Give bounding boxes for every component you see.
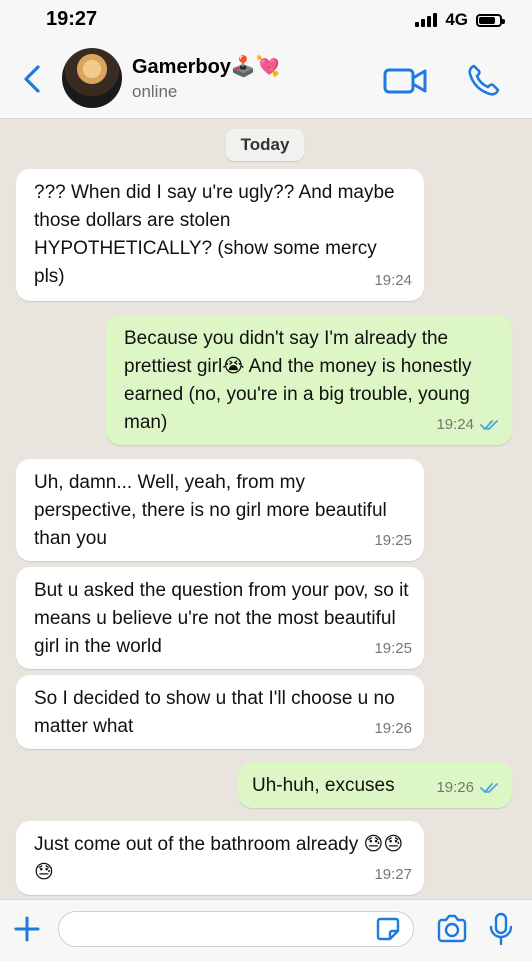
message-bubble[interactable]: ??? When did I say u're ugly?? And maybe… — [16, 169, 424, 301]
message-text: But u asked the question from your pov, … — [34, 580, 409, 657]
camera-icon[interactable] — [436, 914, 468, 944]
back-chevron-icon[interactable] — [16, 62, 50, 96]
plus-icon[interactable] — [12, 914, 42, 944]
signal-icon — [415, 13, 438, 27]
message-time: 19:25 — [374, 532, 412, 549]
battery-icon — [476, 13, 505, 27]
double-check-icon — [480, 420, 498, 431]
message-text: So I decided to show u that I'll choose … — [34, 688, 395, 737]
message-input[interactable] — [58, 911, 414, 947]
contact-status: online — [132, 82, 178, 101]
network-type: 4G — [445, 10, 468, 29]
chat-area: Today ??? When did I say u're ugly?? And… — [0, 119, 532, 899]
message-time: 19:24 — [374, 272, 412, 289]
message-text: Uh, damn... Well, yeah, from my perspect… — [34, 472, 387, 549]
date-chip: Today — [226, 129, 304, 161]
microphone-icon[interactable] — [488, 912, 514, 946]
message-time: 19:24 — [436, 411, 500, 439]
message-text: ??? When did I say u're ugly?? And maybe… — [34, 182, 395, 287]
message-bubble[interactable]: So I decided to show u that I'll choose … — [16, 675, 424, 749]
video-call-icon[interactable] — [382, 66, 428, 96]
contact-name[interactable]: Gamerboy🕹️💘 — [132, 54, 281, 79]
message-bubble[interactable]: Just come out of the bathroom already 😓😓… — [16, 821, 424, 895]
message-text: Uh-huh, excuses — [252, 775, 395, 796]
sticker-icon[interactable] — [375, 916, 401, 942]
phone-icon[interactable] — [466, 62, 502, 98]
message-time: 19:26 — [436, 774, 500, 802]
avatar[interactable] — [62, 48, 122, 108]
message-text: Because you didn't say I'm already the p… — [124, 328, 472, 433]
input-bar — [0, 899, 532, 961]
status-bar: 19:27 4G — [0, 0, 532, 40]
message-time: 19:27 — [374, 866, 412, 883]
status-time: 19:27 — [46, 8, 98, 30]
message-bubble[interactable]: Uh-huh, excuses 19:26 — [238, 762, 512, 808]
message-time: 19:25 — [374, 640, 412, 657]
message-time: 19:26 — [374, 720, 412, 737]
message-text: Just come out of the bathroom already 😓😓… — [34, 834, 404, 883]
message-bubble[interactable]: But u asked the question from your pov, … — [16, 567, 424, 669]
double-check-icon — [480, 783, 498, 794]
chat-header: Gamerboy🕹️💘 online — [0, 40, 532, 119]
message-bubble[interactable]: Uh, damn... Well, yeah, from my perspect… — [16, 459, 424, 561]
message-bubble[interactable]: Because you didn't say I'm already the p… — [106, 315, 512, 445]
status-indicators: 4G — [415, 10, 505, 30]
